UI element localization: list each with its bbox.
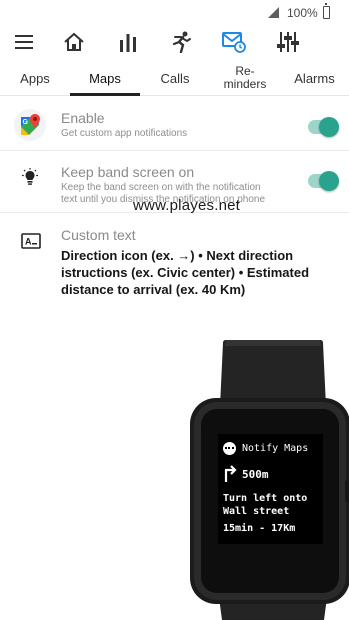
- icon-toolbar: [0, 26, 349, 60]
- watch-eta: 15min - 17Km: [223, 523, 296, 534]
- svg-text:G: G: [23, 119, 29, 126]
- enable-subtitle: Get custom app notifications: [61, 128, 188, 139]
- tab-apps[interactable]: Apps: [0, 60, 70, 96]
- tab-reminders[interactable]: Re- minders: [210, 60, 280, 96]
- text-format-icon: A: [21, 233, 41, 254]
- watch-distance: 500m: [242, 468, 269, 481]
- chat-bubble-icon: [223, 442, 236, 455]
- enable-title: Enable: [61, 110, 105, 126]
- tab-bar: Apps Maps Calls Re- minders Alarms: [0, 60, 349, 96]
- active-tab-indicator: [70, 93, 140, 96]
- tab-calls[interactable]: Calls: [140, 60, 210, 96]
- svg-text:A: A: [25, 237, 32, 247]
- home-icon[interactable]: [59, 28, 89, 56]
- smartwatch-image: Notify Maps 500m Turn left onto Wall str…: [190, 340, 349, 620]
- menu-icon[interactable]: [9, 28, 39, 56]
- google-maps-icon: G: [14, 109, 46, 141]
- watch-screen: Notify Maps 500m Turn left onto Wall str…: [218, 434, 323, 544]
- turn-arrow-icon: [223, 464, 237, 487]
- status-bar: 100%: [0, 0, 349, 26]
- custom-text-body[interactable]: Direction icon (ex. →) • Next direction …: [61, 247, 341, 298]
- stats-icon[interactable]: [113, 28, 143, 56]
- battery-icon: [323, 3, 330, 19]
- divider: [0, 150, 349, 151]
- tab-maps[interactable]: Maps: [70, 60, 140, 96]
- watch-app-name: Notify Maps: [242, 443, 309, 454]
- battery-percent: 100%: [287, 6, 318, 20]
- watch-instruction-1: Turn left onto: [223, 493, 308, 504]
- keep-screen-subtitle-1: Keep the band screen on with the notific…: [61, 182, 261, 193]
- watch-instruction-2: Wall street: [223, 506, 290, 517]
- watermark: www.playes.net: [133, 197, 241, 214]
- workout-icon[interactable]: [166, 28, 196, 56]
- lightbulb-icon: [21, 168, 39, 193]
- notifications-icon[interactable]: [219, 28, 249, 56]
- keep-screen-toggle[interactable]: [308, 171, 339, 191]
- enable-toggle[interactable]: [308, 117, 339, 137]
- tab-alarms[interactable]: Alarms: [280, 60, 349, 96]
- equalizer-icon[interactable]: [273, 28, 303, 56]
- signal-icon: [268, 7, 279, 18]
- custom-text-title: Custom text: [61, 227, 136, 243]
- keep-screen-title: Keep band screen on: [61, 164, 195, 180]
